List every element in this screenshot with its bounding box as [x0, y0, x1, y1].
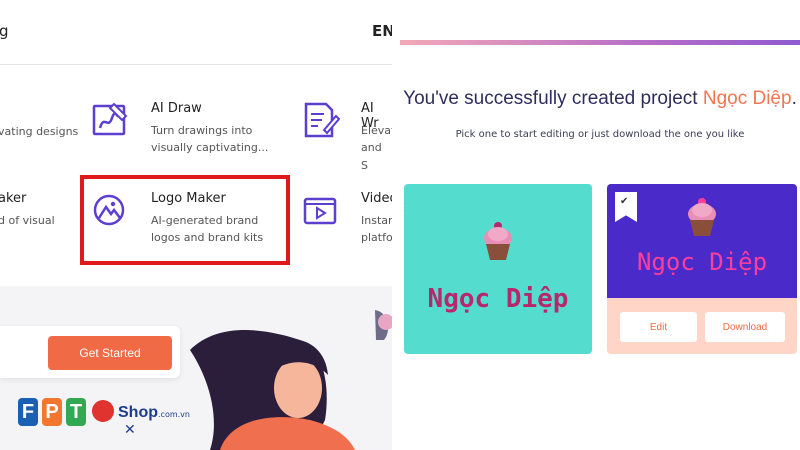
gradient-divider — [400, 40, 800, 45]
menu-item-desc: d of visual — [0, 214, 55, 227]
menu-item-desc-line2: visually captivating... — [151, 141, 269, 154]
success-headline: You've successfully created project Ngọc… — [400, 88, 800, 110]
fpt-letter-f: F — [18, 398, 38, 426]
shop-label: Shop — [118, 404, 158, 421]
shop-domain: .com.vn — [158, 410, 190, 419]
fpt-letter-t: T — [66, 398, 86, 426]
menu-item-title: aker — [0, 191, 27, 206]
fpt-shop-watermark: F P T Shop .com.vn ✕ — [18, 398, 190, 438]
menu-item-title: AI Draw — [151, 101, 202, 116]
headline-prefix: You've successfully created project — [403, 88, 703, 109]
headline-suffix: . — [791, 88, 797, 109]
logo-maker-desc-line2: logos and brand kits — [151, 231, 264, 244]
nav-partial-label[interactable]: g — [0, 22, 9, 40]
menu-item-desc-line1: Instan — [361, 214, 392, 227]
site-header: g EN — [0, 0, 392, 65]
menu-item-desc: vating designs — [0, 125, 79, 138]
document-pen-icon — [304, 102, 340, 138]
cupcake-icon — [688, 198, 716, 236]
logo-maker-icon — [93, 194, 125, 226]
menu-item-desc-line1: Turn drawings into — [151, 124, 253, 137]
project-created-pane: You've successfully created project Ngọc… — [400, 0, 800, 450]
card-preview: ✔ Ngọc Diệp — [607, 184, 797, 298]
logo-maker-title: Logo Maker — [151, 191, 226, 206]
card-logo-text: Ngọc Diệp — [427, 284, 569, 314]
card-logo-text: Ngọc Diệp — [636, 248, 768, 276]
logo-option-card-1[interactable]: · · · · · Ngọc Diệp — [404, 184, 592, 354]
ai-draw-icon — [92, 102, 128, 136]
download-button[interactable]: Download — [705, 312, 785, 342]
success-subline: Pick one to start editing or just downlo… — [455, 129, 745, 140]
fpt-letter-p: P — [42, 398, 62, 426]
logo-maker-desc-line1: AI-generated brand — [151, 214, 259, 227]
cupcake-icon — [484, 222, 512, 260]
edit-button[interactable]: Edit — [620, 312, 697, 342]
logo-maker-site-pane: g EN vating designs AI Draw Turn drawing… — [0, 0, 392, 450]
project-name: Ngọc Diệp — [702, 88, 792, 109]
video-icon — [303, 197, 337, 225]
checkmark-icon: ✔ — [620, 196, 629, 207]
logo-option-card-2[interactable]: ✔ Ngọc Diệp Edit Download — [607, 184, 797, 354]
menu-item-desc-line2: platfo — [361, 231, 392, 244]
woman-illustration — [190, 310, 392, 450]
get-started-button[interactable]: Get Started — [48, 336, 172, 370]
x-mark-icon: ✕ — [124, 422, 136, 438]
menu-item-title: Video — [361, 191, 392, 206]
card-watermark: · · · · · — [404, 199, 410, 216]
menu-item-desc-line2: and S — [361, 141, 382, 172]
language-selector[interactable]: EN — [372, 22, 392, 40]
red-dot-icon — [92, 400, 114, 422]
menu-item-desc-line1: Elevat — [361, 124, 392, 137]
